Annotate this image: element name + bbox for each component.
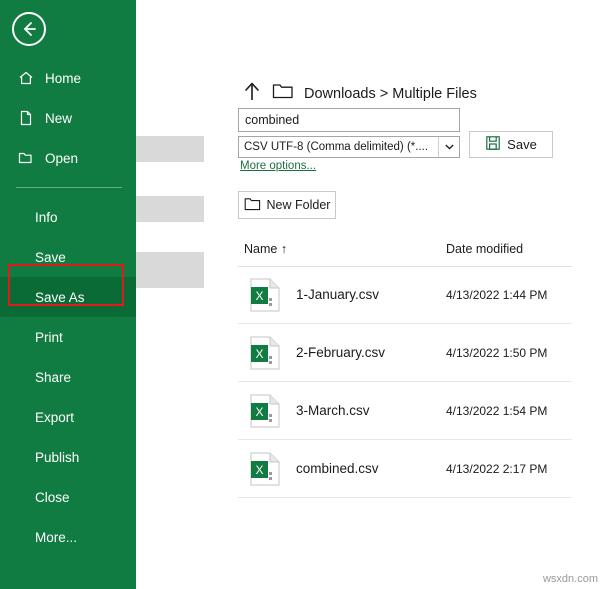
svg-text:X: X <box>255 463 263 477</box>
sidebar-item-label: Info <box>35 209 58 225</box>
file-date-modified: 4/13/2022 1:50 PM <box>446 345 548 360</box>
table-row[interactable]: X 1-January.csv 4/13/2022 1:44 PM <box>238 266 572 324</box>
file-name-input[interactable] <box>238 108 460 132</box>
sidebar-item-label: New <box>45 110 73 126</box>
sidebar-item-label: Save <box>35 249 66 265</box>
sidebar-item-label: Home <box>45 70 82 86</box>
chevron-down-icon[interactable] <box>438 137 459 157</box>
sidebar-item-label: Share <box>35 369 72 385</box>
new-folder-button[interactable]: New Folder <box>238 191 336 219</box>
worksheet-ghost-cell <box>136 196 204 222</box>
sidebar-item-share[interactable]: Share <box>0 357 136 397</box>
file-name: combined.csv <box>296 461 379 476</box>
table-row[interactable]: X 3-March.csv 4/13/2022 1:54 PM <box>238 382 572 440</box>
sidebar-item-publish[interactable]: Publish <box>0 437 136 477</box>
table-row[interactable]: X combined.csv 4/13/2022 2:17 PM <box>238 440 572 498</box>
file-name: 2-February.csv <box>296 345 386 360</box>
save-as-pane: Downloads > Multiple Files CSV UTF-8 (Co… <box>204 0 604 589</box>
new-folder-icon <box>244 197 261 214</box>
sidebar-item-label: Publish <box>35 449 80 465</box>
save-icon <box>485 135 501 154</box>
sidebar-item-label: More... <box>35 529 78 545</box>
watermark: wsxdn.com <box>542 573 598 585</box>
save-button-label: Save <box>507 137 537 152</box>
sidebar-item-label: Open <box>45 150 79 166</box>
worksheet-ghost-cell <box>136 252 204 288</box>
file-name: 1-January.csv <box>296 287 380 302</box>
table-row[interactable]: X 2-February.csv 4/13/2022 1:50 PM <box>238 324 572 382</box>
breadcrumb: Downloads > Multiple Files <box>242 80 477 107</box>
excel-csv-file-icon: X <box>250 394 280 428</box>
home-icon <box>16 70 36 86</box>
file-type-select[interactable]: CSV UTF-8 (Comma delimited) (*.... <box>238 136 460 158</box>
excel-csv-file-icon: X <box>250 452 280 486</box>
worksheet-ghost-cell <box>136 136 204 162</box>
save-button[interactable]: Save <box>469 131 553 158</box>
column-header-date-modified[interactable]: Date modified <box>446 242 523 256</box>
sort-ascending-icon: ↑ <box>280 242 288 256</box>
sidebar-item-info[interactable]: Info <box>0 197 136 237</box>
worksheet-background <box>136 0 205 589</box>
svg-text:X: X <box>255 347 263 361</box>
excel-csv-file-icon: X <box>250 336 280 370</box>
sidebar-item-label: Save As <box>35 289 85 305</box>
sidebar-item-export[interactable]: Export <box>0 397 136 437</box>
svg-text:X: X <box>255 289 263 303</box>
sidebar-item-save-as[interactable]: Save As <box>0 277 136 317</box>
sidebar-item-more[interactable]: More... <box>0 517 136 557</box>
up-arrow-icon[interactable] <box>242 80 262 107</box>
backstage-nav: Home New Open Info Save Save As Print Sh… <box>0 0 136 589</box>
sidebar-item-label: Print <box>35 329 63 345</box>
sidebar-item-print[interactable]: Print <box>0 317 136 357</box>
file-type-value: CSV UTF-8 (Comma delimited) (*.... <box>244 141 429 153</box>
file-list-header: Name ↑ Date modified <box>238 238 572 267</box>
sidebar-item-close[interactable]: Close <box>0 477 136 517</box>
open-folder-icon <box>16 150 36 166</box>
svg-text:X: X <box>255 405 263 419</box>
file-list: X 1-January.csv 4/13/2022 1:44 PM X 2-Fe… <box>238 266 572 498</box>
backstage-nav-list: Home New Open Info Save Save As Print Sh… <box>0 58 136 557</box>
file-name: 3-March.csv <box>296 403 370 418</box>
column-header-name[interactable]: Name ↑ <box>244 242 287 256</box>
breadcrumb-text: Downloads > Multiple Files <box>304 85 477 102</box>
file-date-modified: 4/13/2022 2:17 PM <box>446 461 548 476</box>
sidebar-item-home[interactable]: Home <box>0 58 136 98</box>
sidebar-item-label: Export <box>35 409 75 425</box>
excel-save-as-backstage: Home New Open Info Save Save As Print Sh… <box>0 0 604 589</box>
folder-icon <box>272 82 294 105</box>
new-folder-label: New Folder <box>266 198 331 212</box>
column-header-name-label: Name <box>244 242 278 256</box>
file-date-modified: 4/13/2022 1:44 PM <box>446 287 548 302</box>
file-date-modified: 4/13/2022 1:54 PM <box>446 403 548 418</box>
excel-csv-file-icon: X <box>250 278 280 312</box>
sidebar-item-new[interactable]: New <box>0 98 136 138</box>
sidebar-item-open[interactable]: Open <box>0 138 136 178</box>
more-options-link[interactable]: More options... <box>240 160 316 172</box>
new-document-icon <box>16 110 36 126</box>
sidebar-item-label: Close <box>35 489 70 505</box>
sidebar-item-save[interactable]: Save <box>0 237 136 277</box>
nav-divider <box>16 187 122 188</box>
back-arrow-icon[interactable] <box>12 12 46 46</box>
